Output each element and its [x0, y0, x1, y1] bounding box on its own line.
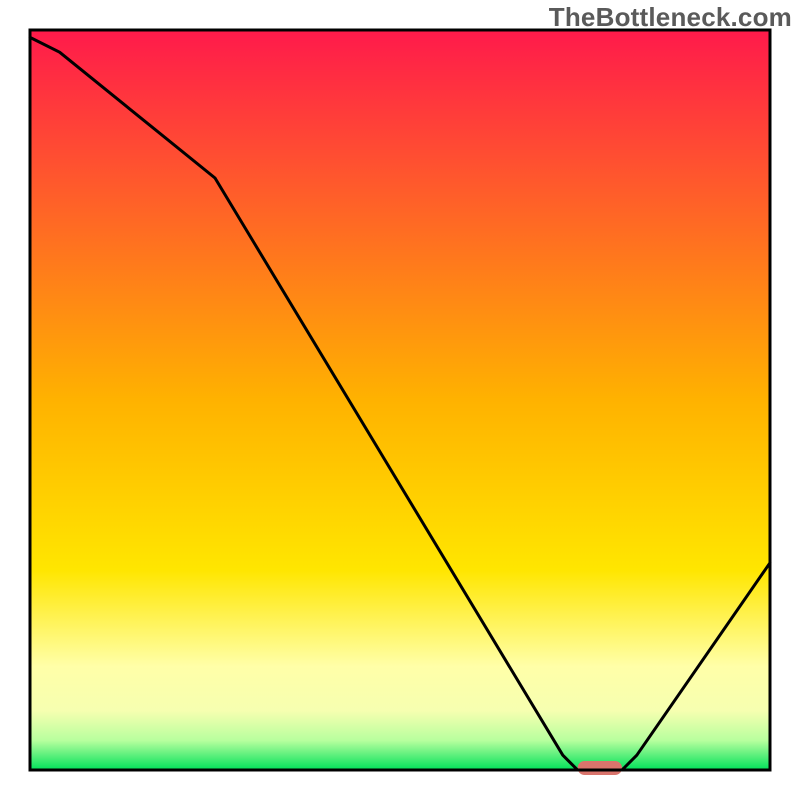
chart-container: TheBottleneck.com [0, 0, 800, 800]
bottleneck-chart [0, 0, 800, 800]
plot-background [30, 30, 770, 770]
watermark-text: TheBottleneck.com [549, 2, 792, 33]
optimal-range-marker [578, 761, 622, 775]
